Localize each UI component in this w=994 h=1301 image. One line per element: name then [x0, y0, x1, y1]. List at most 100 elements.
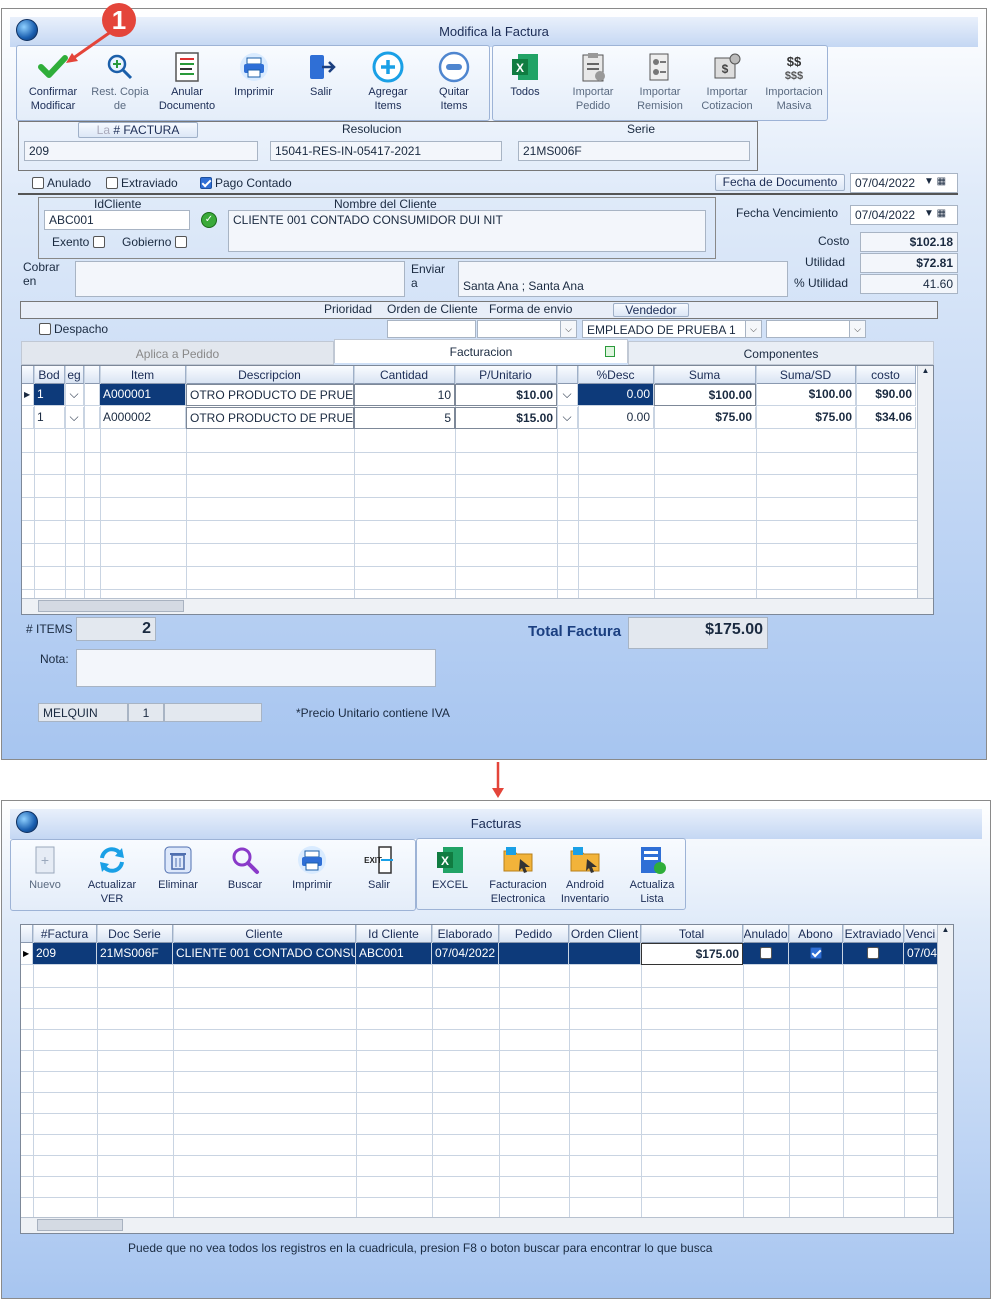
col-factura[interactable]: #Factura	[33, 925, 97, 943]
salir-button[interactable]: EXIT Salir	[346, 844, 412, 892]
col-pedido[interactable]: Pedido	[499, 925, 569, 943]
cell-elaborado[interactable]: 07/04/2022	[432, 943, 499, 965]
items-vscroll[interactable]: ▲	[917, 366, 933, 598]
cell-eg[interactable]: ⌵	[65, 407, 84, 429]
cell-punitario[interactable]: $10.00	[455, 384, 557, 406]
col-costo[interactable]: costo	[856, 366, 916, 384]
cell-item[interactable]: A000001	[100, 384, 186, 406]
cell-blank[interactable]	[84, 407, 100, 429]
cell-cliente[interactable]: CLIENTE 001 CONTADO CONSUMIDOR	[173, 943, 356, 965]
extraviado-check[interactable]	[867, 947, 879, 959]
cell-item[interactable]: A000002	[100, 407, 186, 429]
exento-check[interactable]	[92, 236, 105, 248]
col-punitario[interactable]: P/Unitario	[455, 366, 557, 384]
cell-blank[interactable]	[84, 384, 100, 406]
col-elaborado[interactable]: Elaborado	[432, 925, 499, 943]
col-id-cliente[interactable]: Id Cliente	[356, 925, 432, 943]
cell-vencimiento[interactable]: 07/04	[904, 943, 938, 965]
cell-anulado[interactable]	[743, 943, 789, 965]
factura-input[interactable]: 209	[24, 141, 258, 161]
cell-pedido[interactable]	[499, 943, 569, 965]
col-bod[interactable]: Bod	[34, 366, 65, 384]
col-vencimiento[interactable]: Venci	[904, 925, 938, 943]
cell-desc-pct[interactable]: 0.00	[578, 407, 654, 429]
forma-envio-select[interactable]: ⌵	[477, 320, 577, 338]
cell-suma[interactable]: $75.00	[654, 407, 756, 429]
cell-bod[interactable]: 1	[34, 384, 65, 406]
cell-suma[interactable]: $100.00	[654, 384, 756, 406]
cell-punit-dropdown[interactable]: ⌵	[557, 384, 578, 406]
facturas-hscroll[interactable]	[21, 1217, 953, 1233]
cell-descripcion[interactable]: OTRO PRODUCTO DE PRUEBA	[186, 384, 354, 406]
col-blank2[interactable]	[557, 366, 578, 384]
importar-remision-button[interactable]: Importar Remision	[627, 51, 693, 113]
actualizar-ver-button[interactable]: Actualizar VER	[79, 844, 145, 906]
imprimir-button[interactable]: Imprimir	[221, 51, 287, 99]
nombre-cliente-input[interactable]: CLIENTE 001 CONTADO CONSUMIDOR DUI NIT	[228, 210, 706, 252]
col-anulado[interactable]: Anulado	[743, 925, 789, 943]
col-sumasd[interactable]: Suma/SD	[756, 366, 856, 384]
android-inventario-button[interactable]: Android Inventario	[552, 844, 618, 906]
pago-contado-check[interactable]	[200, 177, 212, 189]
anulado-checkbox[interactable]: Anulado	[32, 176, 91, 190]
eliminar-button[interactable]: Eliminar	[145, 844, 211, 892]
col-blank[interactable]	[84, 366, 100, 384]
cell-abono[interactable]	[789, 943, 843, 965]
cell-total[interactable]: $175.00	[641, 943, 743, 965]
tab-aplica-pedido[interactable]: Aplica a Pedido	[21, 341, 334, 365]
idcliente-input[interactable]: ABC001	[44, 210, 190, 230]
cell-punit-dropdown[interactable]: ⌵	[557, 407, 578, 429]
fecha-vencimiento-calendar-icon[interactable]: ▼ ▦	[924, 208, 954, 222]
cell-desc-pct[interactable]: 0.00	[578, 384, 654, 406]
col-doc-serie[interactable]: Doc Serie	[97, 925, 173, 943]
fecha-documento-calendar-icon[interactable]: ▼ ▦	[924, 176, 954, 190]
excel-button[interactable]: X EXCEL	[417, 844, 483, 892]
resolucion-input[interactable]: 15041-RES-IN-05417-2021	[270, 141, 502, 161]
cell-sumasd[interactable]: $100.00	[756, 384, 856, 406]
cell-punitario[interactable]: $15.00	[455, 407, 557, 429]
salir-button[interactable]: Salir	[288, 51, 354, 99]
facturas-vscroll[interactable]: ▲	[937, 925, 953, 1219]
importar-cotizacion-button[interactable]: $ Importar Cotizacion	[694, 51, 760, 113]
col-total[interactable]: Total	[641, 925, 743, 943]
cell-cantidad[interactable]: 10	[354, 384, 455, 406]
anulado-check[interactable]	[759, 947, 772, 959]
cell-factura[interactable]: 209	[33, 943, 97, 965]
exento-checkbox[interactable]: Exento	[52, 235, 108, 249]
agregar-items-button[interactable]: Agregar Items	[355, 51, 421, 113]
cell-extraviado[interactable]	[843, 943, 904, 965]
col-orden-cliente[interactable]: Orden Client	[569, 925, 641, 943]
nuevo-button[interactable]: + Nuevo	[12, 844, 78, 892]
cell-descripcion[interactable]: OTRO PRODUCTO DE PRUEBA	[186, 407, 354, 429]
cell-costo[interactable]: $34.06	[856, 407, 916, 429]
gobierno-checkbox[interactable]: Gobierno	[122, 235, 190, 249]
facturas-grid[interactable]: #Factura Doc Serie Cliente Id Cliente El…	[20, 924, 954, 1234]
extra-select[interactable]: ⌵	[766, 320, 866, 338]
cell-costo[interactable]: $90.00	[856, 384, 916, 406]
enviar-input[interactable]: Santa Ana ; Santa Ana	[458, 261, 788, 297]
quitar-items-button[interactable]: Quitar Items	[421, 51, 487, 113]
buscar-button[interactable]: Buscar	[212, 844, 278, 892]
abono-check[interactable]	[809, 947, 822, 959]
tab-facturacion[interactable]: Facturacion	[334, 339, 628, 363]
col-cliente[interactable]: Cliente	[173, 925, 356, 943]
despacho-check[interactable]	[39, 323, 51, 335]
imprimir-button[interactable]: Imprimir	[279, 844, 345, 892]
nota-input[interactable]	[76, 649, 436, 687]
despacho-checkbox[interactable]: Despacho	[39, 322, 108, 336]
col-extraviado[interactable]: Extraviado	[843, 925, 904, 943]
col-item[interactable]: Item	[100, 366, 186, 384]
col-descripcion[interactable]: Descripcion	[186, 366, 354, 384]
vendedor-select[interactable]: EMPLEADO DE PRUEBA 1 ⌵	[582, 320, 762, 338]
cell-orden[interactable]	[569, 943, 641, 965]
cell-cantidad[interactable]: 5	[354, 407, 455, 429]
todos-button[interactable]: X Todos	[492, 51, 558, 99]
facturacion-electronica-button[interactable]: Facturacion Electronica	[485, 844, 551, 906]
importacion-masiva-button[interactable]: $$ $$$ Importacion Masiva	[761, 51, 827, 113]
anulado-check[interactable]	[32, 177, 44, 189]
col-desc[interactable]: %Desc	[578, 366, 654, 384]
cell-eg[interactable]: ⌵	[65, 384, 84, 406]
col-abono[interactable]: Abono	[789, 925, 843, 943]
importar-pedido-button[interactable]: Importar Pedido	[560, 51, 626, 113]
cobrar-input[interactable]	[75, 261, 405, 297]
